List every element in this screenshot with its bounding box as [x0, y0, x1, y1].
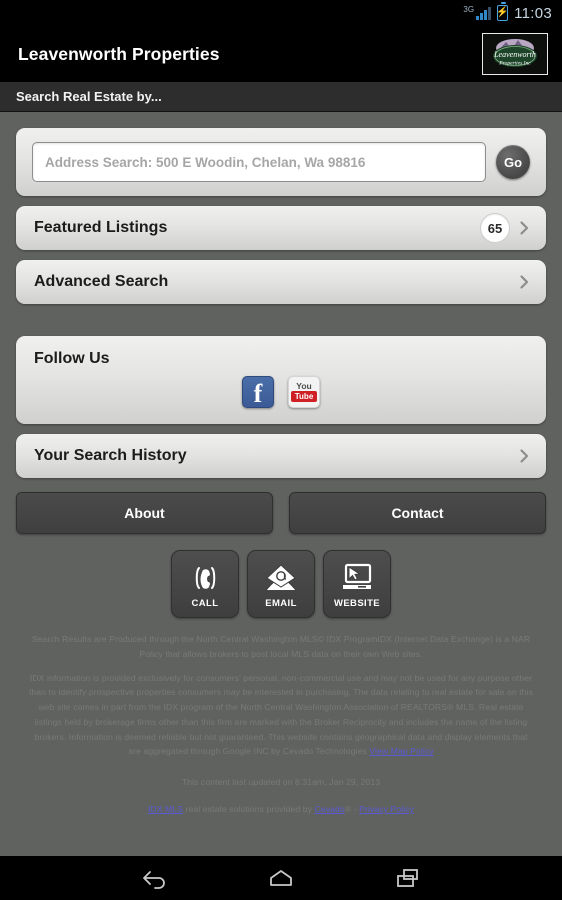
home-icon[interactable]	[256, 861, 306, 895]
back-icon[interactable]	[129, 861, 179, 895]
about-button[interactable]: About	[16, 492, 273, 534]
chevron-right-icon	[520, 449, 529, 463]
svg-text:Leavenworth: Leavenworth	[493, 50, 536, 59]
page-title: Leavenworth Properties	[18, 43, 220, 64]
android-nav-bar	[0, 856, 562, 900]
advanced-search-label: Advanced Search	[34, 273, 169, 290]
idx-mls-link[interactable]: IDX MLS	[148, 804, 183, 814]
last-updated-text: This content last updated on 6:31am, Jan…	[181, 777, 381, 788]
social-links: f You Tube	[34, 376, 528, 408]
call-label: CALL	[191, 597, 219, 609]
about-contact-row: About Contact	[16, 492, 546, 534]
chevron-right-icon	[520, 221, 529, 235]
app-logo: Leavenworth Properties Inc	[482, 33, 548, 75]
battery-charging-icon: ⚡	[496, 2, 509, 21]
follow-us-card: Follow Us f You Tube	[16, 336, 546, 424]
facebook-icon[interactable]: f	[242, 376, 274, 408]
youtube-icon[interactable]: You Tube	[288, 376, 320, 408]
search-input[interactable]	[32, 142, 486, 182]
follow-us-label: Follow Us	[34, 350, 110, 367]
featured-listings-row[interactable]: Featured Listings 65	[16, 206, 546, 250]
search-card: Go	[16, 128, 546, 196]
footer: Search Results are Produced through the …	[16, 618, 546, 817]
provider-text-1: real estate solutions provided by	[183, 804, 315, 815]
leavenworth-logo-icon: Leavenworth Properties Inc	[484, 35, 546, 73]
privacy-policy-link[interactable]: Privacy Policy	[359, 804, 414, 814]
signal-bars-icon: 3G	[463, 4, 492, 20]
search-history-label: Your Search History	[34, 447, 187, 464]
contact-button[interactable]: Contact	[289, 492, 546, 534]
footer-paragraph-2: IDX information is provided exclusively …	[28, 671, 534, 760]
title-bar: Leavenworth Properties Leavenworth Prope…	[0, 26, 562, 82]
phone-icon	[188, 560, 222, 596]
chevron-right-icon	[520, 275, 529, 289]
network-type-label: 3G	[463, 4, 475, 14]
footer-paragraph-1: Search Results are Produced through the …	[31, 634, 531, 659]
monitor-cursor-icon	[340, 560, 374, 596]
envelope-at-icon	[263, 560, 299, 596]
cevado-link[interactable]: Cevado	[315, 804, 345, 814]
email-label: EMAIL	[265, 597, 297, 609]
subheader-bar: Search Real Estate by...	[0, 82, 562, 112]
advanced-search-row[interactable]: Advanced Search	[16, 260, 546, 304]
main-content: Go Featured Listings 65 Advanced Search …	[0, 112, 562, 817]
website-button[interactable]: WEBSITE	[323, 550, 391, 618]
provider-line: IDX MLS real estate solutions provided b…	[28, 802, 534, 817]
subheader-label: Search Real Estate by...	[16, 89, 162, 104]
recent-apps-icon[interactable]	[383, 861, 433, 895]
footer-idx-text: IDX information is provided exclusively …	[28, 672, 534, 757]
call-button[interactable]: CALL	[171, 550, 239, 618]
status-bar: 3G ⚡ 11:03	[0, 0, 562, 26]
email-button[interactable]: EMAIL	[247, 550, 315, 618]
featured-listings-count-badge: 65	[480, 213, 510, 243]
provider-text-2: ® -	[344, 804, 360, 815]
app-root: 3G ⚡ 11:03 Leavenworth Properties Leaven…	[0, 0, 562, 900]
action-icon-row: CALL EMAIL WEBSITE	[16, 550, 546, 618]
website-label: WEBSITE	[333, 597, 381, 609]
view-map-policy-link[interactable]: View Map Policy	[369, 746, 433, 756]
svg-text:Properties Inc: Properties Inc	[498, 61, 531, 67]
go-button[interactable]: Go	[496, 145, 530, 179]
featured-listings-label: Featured Listings	[34, 219, 168, 236]
status-time: 11:03	[514, 4, 552, 22]
search-history-row[interactable]: Your Search History	[16, 434, 546, 478]
